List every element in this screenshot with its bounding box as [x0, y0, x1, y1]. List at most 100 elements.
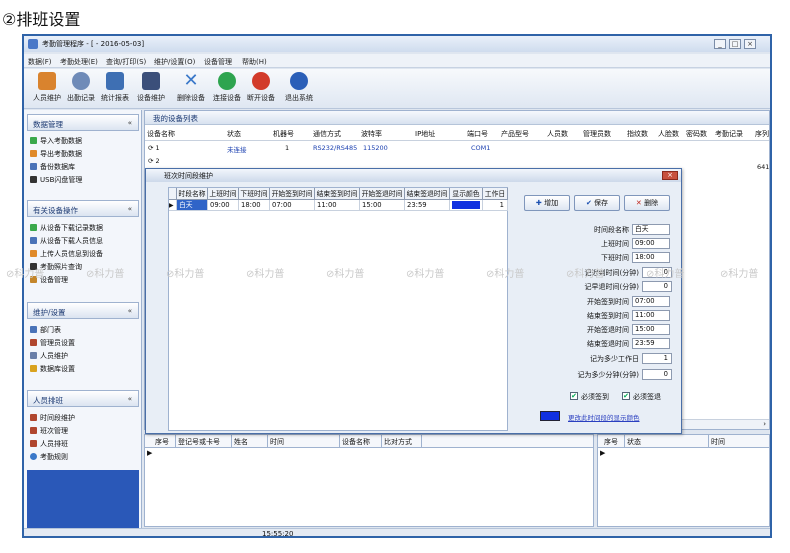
- col-on-time[interactable]: 上班时间: [208, 188, 239, 200]
- sidebar-section-data[interactable]: 数据管理 «: [27, 114, 139, 131]
- minutes-field[interactable]: 0: [642, 369, 672, 380]
- cell-off-time[interactable]: 18:00: [239, 200, 270, 211]
- sidebar-item-backup[interactable]: 备份数据库: [30, 162, 75, 172]
- col-device-name[interactable]: 设备名称: [147, 129, 175, 139]
- col-users[interactable]: 人员数: [547, 129, 568, 139]
- col-log-status[interactable]: 状态: [627, 437, 641, 447]
- col-checkout-end[interactable]: 结束签退时间: [405, 188, 450, 200]
- sidebar-item-import[interactable]: 导入考勤数据: [30, 136, 82, 146]
- sidebar-item-admins[interactable]: 管理员设置: [30, 338, 75, 348]
- col-passwords[interactable]: 密码数: [686, 129, 707, 139]
- sidebar-item-download-users[interactable]: 从设备下载人员信息: [30, 236, 103, 246]
- col-machine[interactable]: 机器号: [273, 129, 294, 139]
- workday-field[interactable]: 1: [642, 353, 672, 364]
- toolbar-delete-device-button[interactable]: ✕ 删除设备: [174, 72, 208, 106]
- menu-maintenance[interactable]: 维护/设置(O): [154, 57, 195, 67]
- col-model[interactable]: 产品型号: [501, 129, 529, 139]
- col-admins[interactable]: 管理员数: [583, 129, 611, 139]
- col-off-time[interactable]: 下班时间: [239, 188, 270, 200]
- sidebar-item-upload-users[interactable]: 上传人员信息到设备: [30, 249, 103, 259]
- col-port[interactable]: 端口号: [467, 129, 488, 139]
- menu-help[interactable]: 帮助(H): [242, 57, 267, 67]
- sidebar-item-export[interactable]: 导出考勤数据: [30, 149, 82, 159]
- col-ip[interactable]: IP地址: [415, 129, 435, 139]
- toolbar-device-button[interactable]: 设备维护: [134, 72, 168, 106]
- toolbar-exit-button[interactable]: 退出系统: [282, 72, 316, 106]
- minimize-button[interactable]: _: [714, 39, 726, 49]
- toolbar-records-button[interactable]: 出勤记录: [64, 72, 98, 106]
- close-window-button[interactable]: ×: [744, 39, 756, 49]
- change-color-link[interactable]: 更改此时间段的显示颜色: [568, 412, 640, 422]
- checkout-start-field[interactable]: 15:00: [632, 324, 670, 335]
- col-serial[interactable]: 序列: [755, 129, 769, 139]
- col-slot-name[interactable]: 时段名称: [177, 188, 208, 200]
- cell-workday[interactable]: 1: [483, 200, 508, 211]
- chevron-up-icon[interactable]: «: [128, 395, 132, 403]
- sidebar-item-shifts[interactable]: 班次管理: [30, 426, 68, 436]
- menu-devices[interactable]: 设备管理: [204, 57, 232, 67]
- col-card[interactable]: 登记号或卡号: [178, 437, 220, 447]
- col-log-time[interactable]: 时间: [711, 437, 725, 447]
- scroll-right-icon[interactable]: ›: [763, 420, 766, 428]
- col-color[interactable]: 显示颜色: [450, 188, 483, 200]
- col-index[interactable]: 序号: [155, 437, 169, 447]
- early-field[interactable]: 0: [642, 281, 672, 292]
- checkin-start-field[interactable]: 07:00: [632, 296, 670, 307]
- chevron-up-icon[interactable]: «: [128, 307, 132, 315]
- cell-on-time[interactable]: 09:00: [208, 200, 239, 211]
- col-checkin-end[interactable]: 结束签到时间: [315, 188, 360, 200]
- chevron-up-icon[interactable]: «: [128, 205, 132, 213]
- sidebar-item-database[interactable]: 数据库设置: [30, 364, 75, 374]
- sidebar-item-timeslots[interactable]: 时间段维护: [30, 413, 75, 423]
- menu-query-print[interactable]: 查询/打印(S): [106, 57, 146, 67]
- col-name[interactable]: 姓名: [234, 437, 248, 447]
- sidebar-item-download-records[interactable]: 从设备下载记录数据: [30, 223, 103, 233]
- col-checkin-start[interactable]: 开始签到时间: [270, 188, 315, 200]
- table-row[interactable]: ⟳ 1: [148, 144, 160, 152]
- must-checkout-checkbox[interactable]: ✔: [622, 392, 630, 400]
- delete-button[interactable]: ✕ 删除: [624, 195, 670, 211]
- col-comm[interactable]: 通信方式: [313, 129, 341, 139]
- sidebar-section-device-ops[interactable]: 有关设备操作 «: [27, 200, 139, 217]
- sidebar-item-rules[interactable]: 考勤规则: [30, 452, 68, 462]
- toolbar-connect-button[interactable]: 连接设备: [210, 72, 244, 106]
- cell-checkout-start[interactable]: 15:00: [360, 200, 405, 211]
- cell-checkin-start[interactable]: 07:00: [270, 200, 315, 211]
- checkout-end-field[interactable]: 23:59: [632, 338, 670, 349]
- sidebar-section-maintenance[interactable]: 维护/设置 «: [27, 302, 139, 319]
- dialog-close-button[interactable]: ×: [662, 171, 678, 180]
- col-log-index[interactable]: 序号: [604, 437, 618, 447]
- col-checkout-start[interactable]: 开始签退时间: [360, 188, 405, 200]
- col-faces[interactable]: 人脸数: [658, 129, 679, 139]
- cell-slot-name[interactable]: 白天: [177, 200, 208, 211]
- col-time[interactable]: 时间: [270, 437, 284, 447]
- sidebar-item-people[interactable]: 人员维护: [30, 351, 68, 361]
- slot-name-field[interactable]: 白天: [632, 224, 670, 235]
- cell-checkin-end[interactable]: 11:00: [315, 200, 360, 211]
- col-fingerprints[interactable]: 指纹数: [627, 129, 648, 139]
- toolbar-report-button[interactable]: 统计报表: [98, 72, 132, 106]
- col-device-name-bottom[interactable]: 设备名称: [342, 437, 370, 447]
- col-baud[interactable]: 波特率: [361, 129, 382, 139]
- col-verify-mode[interactable]: 比对方式: [384, 437, 412, 447]
- chevron-up-icon[interactable]: «: [128, 119, 132, 127]
- toolbar-people-button[interactable]: 人员维护: [30, 72, 64, 106]
- save-button[interactable]: ✔ 保存: [574, 195, 620, 211]
- menu-attendance[interactable]: 考勤处理(E): [60, 57, 98, 67]
- cell-color[interactable]: [450, 200, 483, 211]
- sidebar-item-usb[interactable]: USB闪盘管理: [30, 175, 82, 185]
- must-checkin-checkbox[interactable]: ✔: [570, 392, 578, 400]
- col-records[interactable]: 考勤记录: [715, 129, 743, 139]
- sidebar-item-scheduling[interactable]: 人员排班: [30, 439, 68, 449]
- checkin-end-field[interactable]: 11:00: [632, 310, 670, 321]
- toolbar-disconnect-button[interactable]: 断开设备: [244, 72, 278, 106]
- sidebar-item-departments[interactable]: 部门表: [30, 325, 61, 335]
- add-button[interactable]: ✚ 增加: [524, 195, 570, 211]
- col-status[interactable]: 状态: [227, 129, 241, 139]
- on-time-field[interactable]: 09:00: [632, 238, 670, 249]
- table-row[interactable]: ⟳ 2: [148, 157, 160, 165]
- col-workday[interactable]: 工作日: [483, 188, 508, 200]
- cell-checkout-end[interactable]: 23:59: [405, 200, 450, 211]
- maximize-button[interactable]: □: [729, 39, 741, 49]
- sidebar-section-scheduling[interactable]: 人员排班 «: [27, 390, 139, 407]
